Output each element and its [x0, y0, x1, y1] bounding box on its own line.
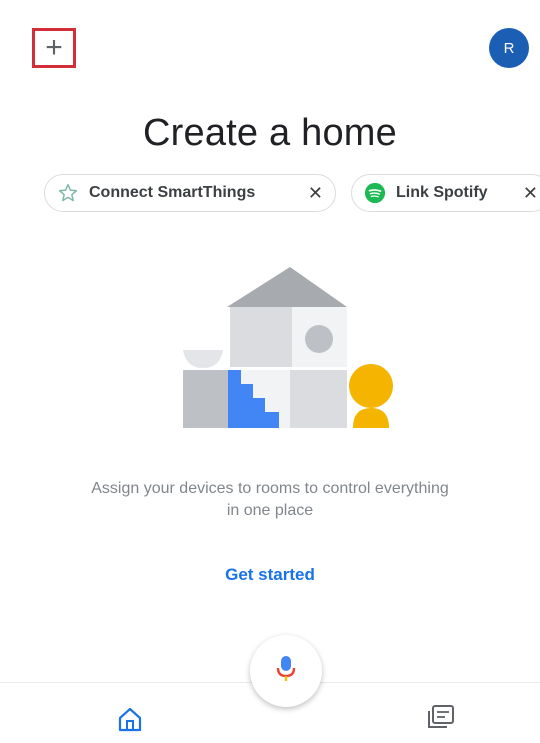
connect-smartthings-chip[interactable]: Connect SmartThings ✕: [44, 174, 336, 212]
chip-label: Link Spotify: [396, 184, 488, 201]
link-spotify-chip[interactable]: Link Spotify ✕: [351, 174, 540, 212]
get-started-link[interactable]: Get started: [0, 565, 540, 585]
feed-icon: [428, 705, 454, 728]
description-text: Assign your devices to rooms to control …: [91, 480, 449, 519]
nav-feed-tab[interactable]: [425, 702, 457, 732]
avatar-initial: R: [503, 39, 515, 57]
close-icon[interactable]: ✕: [523, 183, 538, 204]
mic-button[interactable]: [250, 635, 322, 707]
home-icon: [118, 707, 142, 732]
smartthings-star-icon: [57, 182, 79, 204]
nav-home-tab[interactable]: [115, 704, 145, 734]
add-button[interactable]: +: [32, 28, 76, 68]
account-avatar[interactable]: R: [489, 28, 529, 68]
spotify-icon: [364, 182, 386, 204]
chip-label: Connect SmartThings: [89, 184, 256, 201]
home-illustration: [183, 267, 393, 428]
plus-icon: +: [45, 31, 63, 64]
microphone-icon: [275, 654, 297, 689]
page-title: Create a home: [143, 112, 397, 154]
close-icon[interactable]: ✕: [308, 183, 323, 204]
